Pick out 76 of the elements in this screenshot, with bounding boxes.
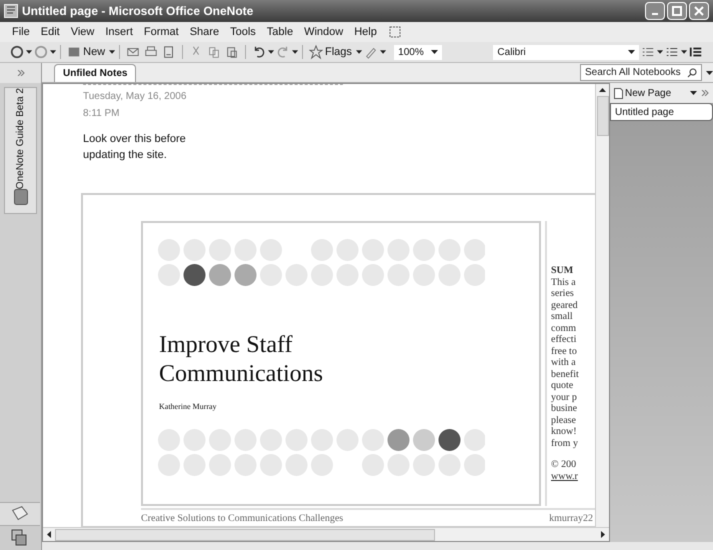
dropdown-arrow-icon[interactable] <box>292 50 298 54</box>
close-icon <box>694 6 704 16</box>
menu-item[interactable]: Format <box>144 24 179 40</box>
window-title: Untitled page - Microsoft Office OneNote <box>22 3 254 20</box>
note-text: Look over this before updating the site. <box>83 132 187 163</box>
page-tab[interactable]: Untitled page <box>610 103 713 121</box>
dropdown-arrow-icon[interactable] <box>268 50 274 54</box>
double-chevron-icon[interactable] <box>701 90 709 96</box>
dropdown-arrow-icon[interactable] <box>706 70 713 74</box>
summary-text-line: small <box>551 311 574 322</box>
scroll-thumb[interactable] <box>596 96 608 136</box>
summary-text-line: comm <box>551 322 577 334</box>
zoom-dropdown[interactable]: 100% <box>394 44 442 60</box>
summary-text-line: This a <box>551 276 577 288</box>
summary-text-line: geared <box>551 300 579 311</box>
dropdown-arrow-icon[interactable] <box>680 50 688 54</box>
section-tab[interactable]: Unfiled Notes <box>54 64 136 82</box>
search-field[interactable]: Search All Notebooks <box>580 64 702 81</box>
horizontal-scrollbar[interactable] <box>43 527 609 541</box>
summary-text-line: free to <box>551 346 578 357</box>
paste-icon[interactable] <box>225 44 240 60</box>
menu-item[interactable]: Table <box>266 24 294 40</box>
flags-button[interactable]: Flags <box>325 44 352 60</box>
new-button[interactable]: New <box>83 44 106 60</box>
dashed-box-icon[interactable] <box>388 25 402 39</box>
dropdown-arrow-icon[interactable] <box>26 50 32 54</box>
summary-text-line: effecti <box>551 334 578 346</box>
footer-email: kmurray22 <box>549 512 593 526</box>
star-icon[interactable] <box>309 44 324 60</box>
dropdown-arrow-icon[interactable] <box>380 50 386 54</box>
copy-icon[interactable] <box>207 44 222 60</box>
search-icon[interactable] <box>687 68 697 78</box>
summary-text-line: know! <box>551 426 578 438</box>
app-icon <box>4 4 18 18</box>
vertical-scrollbar[interactable] <box>595 84 609 527</box>
menu-item[interactable]: Tools <box>230 24 256 40</box>
double-chevron-icon[interactable] <box>16 70 24 76</box>
maximize-button[interactable] <box>667 2 687 20</box>
summary-text-line: benefit <box>551 368 579 380</box>
note-time: 8:11 PM <box>83 107 120 121</box>
font-dropdown[interactable]: Calibri <box>493 44 639 60</box>
menu-item[interactable]: View <box>70 24 94 40</box>
summary-text-line: from y <box>551 438 579 449</box>
page-icon <box>614 88 623 98</box>
minimize-icon <box>652 13 658 15</box>
minimize-button[interactable] <box>645 2 665 20</box>
website-link[interactable]: www.r <box>551 470 579 482</box>
scroll-thumb[interactable] <box>55 528 435 540</box>
notebook-tab[interactable]: OneNote Guide Beta 2 <box>4 87 37 214</box>
note-date: Tuesday, May 16, 2006 <box>83 90 188 104</box>
dropdown-arrow-icon[interactable] <box>656 50 663 54</box>
slide-title: Improve Staff Communications <box>159 331 324 389</box>
menu-item[interactable]: Help <box>354 24 377 40</box>
summary-text-line: with a <box>551 357 577 368</box>
summary-text-line: your p <box>551 392 578 403</box>
summary-text-line: please <box>551 414 577 426</box>
dropdown-arrow-icon[interactable] <box>356 50 362 54</box>
summary-text-line: busine <box>551 403 578 414</box>
menu-item[interactable]: Insert <box>105 24 133 40</box>
menu-item[interactable]: File <box>12 24 30 40</box>
slide-author: Katherine Murray <box>159 401 218 413</box>
summary-text-line: SUM <box>551 265 574 276</box>
dropdown-arrow-icon[interactable] <box>431 50 438 54</box>
copyright-text: © 200 <box>551 459 578 470</box>
summary-text-line: quote <box>551 380 574 392</box>
close-button[interactable] <box>689 2 709 20</box>
menu-item[interactable]: Window <box>304 24 344 40</box>
footer-text: Creative Solutions to Communications Challenges <box>141 512 344 526</box>
menu-item[interactable]: Share <box>190 24 220 40</box>
summary-text-line: series <box>551 288 575 300</box>
maximize-icon <box>672 6 682 16</box>
dropdown-arrow-icon[interactable] <box>628 50 635 54</box>
menu-item[interactable]: Edit <box>40 24 60 40</box>
dropdown-arrow-icon[interactable] <box>690 91 697 95</box>
dropdown-arrow-icon[interactable] <box>109 50 116 54</box>
dropdown-arrow-icon[interactable] <box>50 50 56 54</box>
